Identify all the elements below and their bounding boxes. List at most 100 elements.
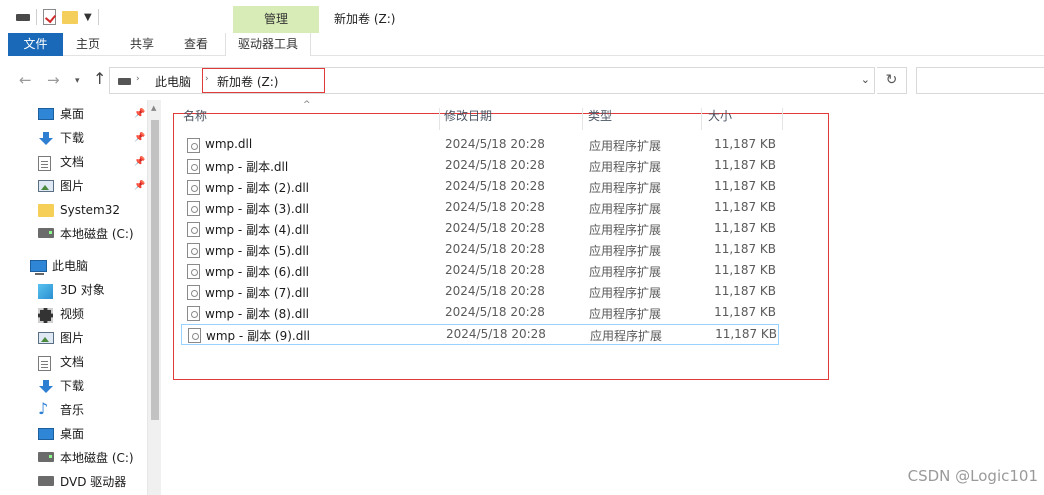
file-type: 应用程序扩展: [589, 286, 662, 300]
customize-toolbar-dropdown-icon[interactable]: ▼: [84, 12, 92, 23]
scroll-up-arrow-icon[interactable]: ▲: [151, 104, 156, 112]
dll-file-icon: [187, 243, 200, 258]
file-name[interactable]: wmp - 副本 (5).dll: [205, 242, 309, 259]
file-size: 11,187 KB: [714, 200, 776, 214]
pin-icon[interactable]: 📌: [134, 151, 145, 173]
column-header-size[interactable]: 大小: [708, 108, 783, 130]
nav-item[interactable]: 文档 📌: [8, 151, 148, 173]
video-icon: [38, 308, 53, 323]
breadcrumb-separator-icon[interactable]: ›: [205, 74, 209, 84]
file-name[interactable]: wmp - 副本 (2).dll: [205, 179, 309, 196]
dvd-drive-icon: [38, 476, 54, 486]
address-row: ← → ▾ ↑ › 此电脑 › 新加卷 (Z:) ⌄ ↻: [8, 64, 1044, 98]
file-row[interactable]: wmp - 副本 (3).dll 2024/5/18 20:28 应用程序扩展 11,…: [181, 198, 779, 219]
forward-arrow-icon[interactable]: →: [47, 71, 60, 89]
file-name[interactable]: wmp - 副本 (6).dll: [205, 263, 309, 280]
picture-icon: [38, 332, 54, 344]
up-arrow-icon[interactable]: ↑: [93, 69, 106, 88]
file-date: 2024/5/18 20:28: [445, 158, 545, 172]
nav-item-label: 下载: [60, 379, 85, 393]
nav-item[interactable]: ♪ 音乐: [8, 399, 148, 421]
file-date: 2024/5/18 20:28: [445, 179, 545, 193]
file-size: 11,187 KB: [715, 327, 777, 341]
recent-locations-chevron-icon[interactable]: ▾: [75, 76, 80, 86]
nav-item-label: 图片: [60, 179, 85, 193]
nav-item-label: 桌面: [60, 107, 85, 121]
address-bar[interactable]: › 此电脑 › 新加卷 (Z:) ⌄: [109, 67, 875, 94]
file-row[interactable]: wmp.dll 2024/5/18 20:28 应用程序扩展 11,187 KB: [181, 135, 779, 156]
nav-item[interactable]: System32: [8, 199, 148, 221]
file-row[interactable]: wmp - 副本 (6).dll 2024/5/18 20:28 应用程序扩展 11,…: [181, 261, 779, 282]
nav-item[interactable]: 此电脑: [8, 255, 148, 277]
nav-item[interactable]: 文档: [8, 351, 148, 373]
file-name[interactable]: wmp.dll: [205, 137, 252, 151]
pin-icon[interactable]: 📌: [134, 127, 145, 149]
nav-item[interactable]: DVD 驱动器 (D:: [8, 471, 148, 493]
nav-item[interactable]: 桌面 📌: [8, 103, 148, 125]
document-icon: [38, 356, 51, 371]
nav-item-label: 音乐: [60, 403, 85, 417]
tab-drive-tools[interactable]: 驱动器工具: [225, 33, 311, 56]
drive-icon: [38, 452, 54, 462]
scrollbar-thumb[interactable]: [151, 120, 159, 420]
back-arrow-icon[interactable]: ←: [19, 71, 32, 89]
nav-item-label: 图片: [60, 331, 85, 345]
folder-icon: [38, 204, 54, 217]
tab-view[interactable]: 查看: [176, 33, 216, 56]
breadcrumb-separator-icon[interactable]: ›: [136, 74, 140, 84]
nav-item[interactable]: 3D 对象: [8, 279, 148, 301]
nav-item[interactable]: 本地磁盘 (C:): [8, 447, 148, 469]
dll-file-icon: [187, 306, 200, 321]
tab-file[interactable]: 文件: [8, 33, 63, 56]
file-name[interactable]: wmp - 副本 (3).dll: [205, 200, 309, 217]
file-row[interactable]: wmp - 副本 (7).dll 2024/5/18 20:28 应用程序扩展 11,…: [181, 282, 779, 303]
nav-item-label: 本地磁盘 (C:): [60, 451, 134, 465]
file-name[interactable]: wmp - 副本.dll: [205, 158, 288, 175]
nav-item[interactable]: 本地磁盘 (C:): [8, 223, 148, 245]
nav-item-label: 3D 对象: [60, 283, 105, 297]
new-folder-icon[interactable]: [62, 10, 78, 24]
pin-icon[interactable]: 📌: [134, 175, 145, 197]
dll-file-icon: [187, 264, 200, 279]
refresh-button[interactable]: ↻: [877, 67, 907, 94]
column-header-type[interactable]: 类型: [588, 108, 702, 130]
file-size: 11,187 KB: [714, 242, 776, 256]
file-date: 2024/5/18 20:28: [445, 263, 545, 277]
file-name[interactable]: wmp - 副本 (4).dll: [205, 221, 309, 238]
file-row[interactable]: wmp - 副本.dll 2024/5/18 20:28 应用程序扩展 11,187 …: [181, 156, 779, 177]
nav-item[interactable]: 图片: [8, 327, 148, 349]
nav-item[interactable]: 下载: [8, 375, 148, 397]
file-name[interactable]: wmp - 副本 (8).dll: [205, 305, 309, 322]
drive-icon: [118, 78, 131, 85]
nav-item[interactable]: 图片 📌: [8, 175, 148, 197]
file-row[interactable]: wmp - 副本 (2).dll 2024/5/18 20:28 应用程序扩展 11,…: [181, 177, 779, 198]
address-history-chevron-icon[interactable]: ⌄: [861, 73, 870, 86]
file-date: 2024/5/18 20:28: [446, 327, 546, 341]
nav-item-label: 下载: [60, 131, 85, 145]
column-header-date[interactable]: 修改日期: [444, 108, 583, 130]
tab-share[interactable]: 共享: [122, 33, 162, 56]
file-row[interactable]: wmp - 副本 (5).dll 2024/5/18 20:28 应用程序扩展 11,…: [181, 240, 779, 261]
breadcrumb-current-drive[interactable]: 新加卷 (Z:): [217, 73, 278, 90]
file-name[interactable]: wmp - 副本 (7).dll: [205, 284, 309, 301]
nav-item[interactable]: 桌面: [8, 423, 148, 445]
properties-icon[interactable]: [43, 9, 56, 25]
nav-item-label: System32: [60, 203, 121, 217]
tab-home[interactable]: 主页: [68, 33, 108, 56]
toolbar-divider: [36, 9, 37, 25]
file-name[interactable]: wmp - 副本 (9).dll: [206, 327, 310, 344]
file-type: 应用程序扩展: [589, 202, 662, 216]
picture-icon: [38, 180, 54, 192]
breadcrumb-this-pc[interactable]: 此电脑: [155, 73, 191, 90]
file-row[interactable]: wmp - 副本 (8).dll 2024/5/18 20:28 应用程序扩展 11,…: [181, 303, 779, 324]
file-row[interactable]: wmp - 副本 (4).dll 2024/5/18 20:28 应用程序扩展 11,…: [181, 219, 779, 240]
search-input[interactable]: [916, 67, 1044, 94]
drive-icon[interactable]: [16, 13, 30, 21]
navigation-scrollbar[interactable]: ▲: [147, 100, 161, 495]
file-date: 2024/5/18 20:28: [445, 242, 545, 256]
pin-icon[interactable]: 📌: [134, 103, 145, 125]
column-header-name[interactable]: 名称: [183, 108, 440, 130]
nav-item[interactable]: 下载 📌: [8, 127, 148, 149]
file-row[interactable]: wmp - 副本 (9).dll 2024/5/18 20:28 应用程序扩展 11,…: [181, 324, 779, 345]
nav-item[interactable]: 视频: [8, 303, 148, 325]
